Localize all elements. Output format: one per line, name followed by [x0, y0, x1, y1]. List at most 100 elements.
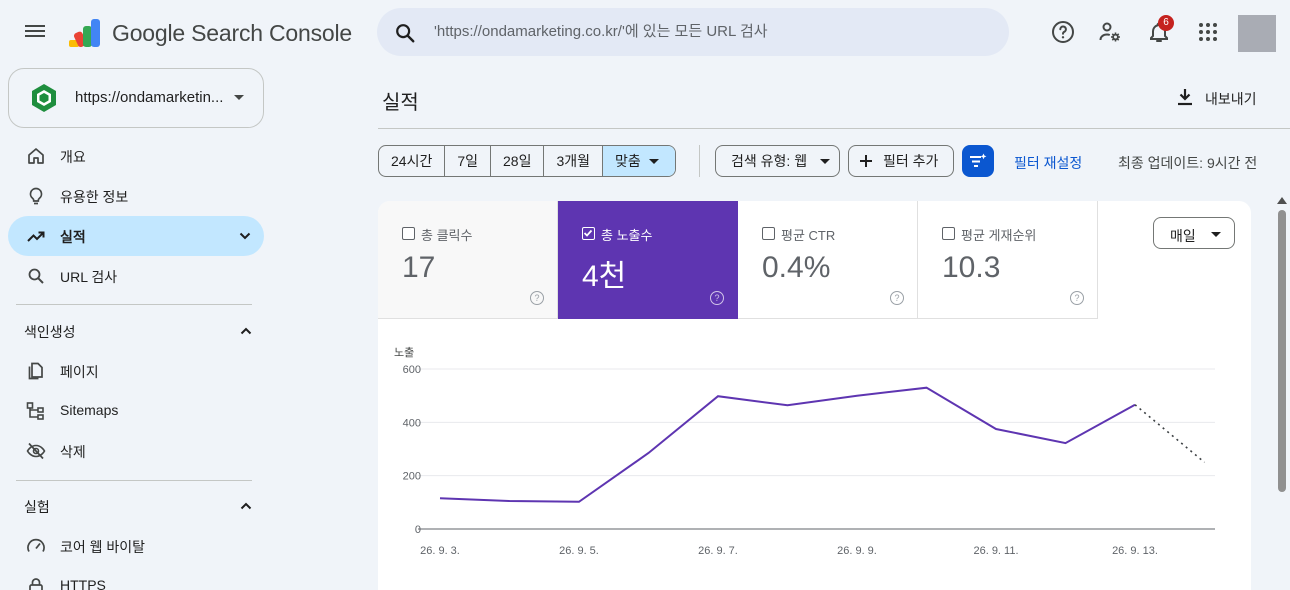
lightbulb-icon: [29, 187, 43, 205]
y-tick-label: 0: [415, 524, 421, 536]
granularity-label: 매일: [1170, 228, 1196, 244]
add-filter-button[interactable]: 필터 추가: [848, 145, 954, 177]
date-range-28d[interactable]: 28일: [491, 146, 545, 176]
menu-line: [25, 30, 45, 32]
help-icon[interactable]: ?: [1070, 291, 1084, 305]
nav-label: 개요: [60, 149, 86, 165]
toolbar-separator: [699, 145, 700, 177]
nav-label: 페이지: [60, 364, 99, 380]
metric-label: 총 노출수: [601, 228, 653, 243]
main-menu-button[interactable]: [24, 22, 46, 42]
section-experience-title[interactable]: 실험: [24, 497, 50, 517]
x-tick-label: 26. 9. 11.: [973, 545, 1018, 557]
toolbar-divider: [378, 128, 1290, 129]
help-icon[interactable]: ?: [530, 291, 544, 305]
add-icon: [860, 155, 872, 167]
date-range-24h[interactable]: 24시간: [379, 146, 446, 176]
help-icon[interactable]: ?: [710, 291, 724, 305]
y-axis-label: 노출: [394, 346, 414, 359]
dropdown-caret-icon: [1211, 232, 1221, 237]
search-icon[interactable]: [394, 22, 416, 44]
dropdown-caret-icon: [820, 159, 830, 164]
download-icon: [1178, 89, 1192, 106]
nav-sitemaps[interactable]: Sitemaps: [8, 391, 264, 431]
app-title[interactable]: Google Search Console: [112, 20, 352, 47]
nav-label: 삭제: [60, 444, 86, 460]
metric-value: 4천: [582, 260, 627, 293]
x-tick-label: 26. 9. 3.: [420, 545, 460, 557]
export-label: 내보내기: [1205, 91, 1257, 107]
metric-value: 0.4%: [762, 251, 831, 284]
nav-performance[interactable]: 실적: [8, 216, 264, 256]
metric-label: 총 클릭수: [421, 228, 473, 243]
property-dropdown-caret-icon[interactable]: [234, 95, 244, 100]
scrollbar-thumb[interactable]: [1278, 210, 1286, 492]
metric-total-clicks[interactable]: 총 클릭수 17 ?: [378, 201, 558, 319]
notification-count-badge: 6: [1158, 15, 1174, 31]
metric-average-ctr[interactable]: 평균 CTR 0.4% ?: [738, 201, 918, 319]
chevron-down-icon[interactable]: [237, 228, 253, 244]
x-tick-label: 26. 9. 7.: [698, 545, 738, 557]
speed-icon: [27, 538, 45, 552]
menu-line: [25, 25, 45, 27]
chevron-up-icon[interactable]: [238, 498, 254, 514]
metric-label: 평균 CTR: [781, 228, 836, 243]
property-url: https://ondamarketin...: [75, 89, 224, 106]
x-tick-label: 26. 9. 13.: [1112, 545, 1158, 557]
checkbox[interactable]: [942, 227, 955, 240]
search-type-filter[interactable]: 검색 유형: 웹: [715, 145, 840, 177]
nav-label: Sitemaps: [60, 402, 119, 418]
search-console-logo-icon: [69, 19, 100, 48]
nav-pages[interactable]: 페이지: [8, 351, 264, 391]
date-range-selector[interactable]: 24시간 7일 28일 3개월 맞춤: [378, 145, 676, 177]
date-range-3m[interactable]: 3개월: [544, 146, 604, 176]
scroll-up-arrow-icon[interactable]: [1277, 197, 1287, 204]
nav-overview[interactable]: 개요: [8, 136, 264, 176]
export-button[interactable]: 내보내기: [1170, 80, 1270, 114]
metric-average-position[interactable]: 평균 게재순위 10.3 ?: [918, 201, 1098, 319]
nav-core-web-vitals[interactable]: 코어 웹 바이탈: [8, 526, 264, 566]
series-line: [439, 386, 1136, 503]
date-range-7d[interactable]: 7일: [445, 146, 492, 176]
nav-label: URL 검사: [60, 269, 118, 285]
last-updated-text: 최종 업데이트: 9시간 전: [1118, 155, 1258, 171]
metric-label: 평균 게재순위: [961, 228, 1037, 243]
sidebar-divider: [16, 480, 252, 481]
apps-grid-icon[interactable]: [1196, 20, 1220, 44]
metric-value: 10.3: [942, 251, 1001, 284]
metric-total-impressions[interactable]: 총 노출수 4천 ?: [558, 201, 738, 319]
checkbox[interactable]: [402, 227, 415, 240]
help-icon[interactable]: ?: [890, 291, 904, 305]
checkbox[interactable]: [762, 227, 775, 240]
account-avatar[interactable]: [1238, 15, 1276, 52]
manage-users-icon[interactable]: [1098, 20, 1122, 44]
chevron-up-icon[interactable]: [238, 323, 254, 339]
nav-url-inspection[interactable]: URL 검사: [8, 256, 264, 296]
filter-options-button[interactable]: [962, 145, 994, 177]
search-type-label: 검색 유형: 웹: [731, 153, 808, 169]
reset-filters-link[interactable]: 필터 재설정: [1014, 153, 1082, 173]
home-icon: [28, 148, 44, 164]
menu-line: [25, 35, 45, 37]
nav-insights[interactable]: 유용한 정보: [8, 176, 264, 216]
url-inspect-input[interactable]: [434, 23, 994, 40]
nav-label: 실적: [60, 229, 86, 245]
checkbox-checked[interactable]: [582, 227, 595, 240]
nav-https[interactable]: HTTPS: [8, 566, 264, 590]
trending-up-icon: [27, 231, 45, 242]
property-hexagon-icon: [32, 84, 56, 112]
sitemap-icon: [26, 402, 44, 420]
dropdown-caret-icon: [648, 159, 659, 164]
help-icon[interactable]: [1051, 20, 1075, 44]
nav-removals[interactable]: 삭제: [8, 431, 264, 471]
date-range-custom-label: 맞춤: [615, 153, 641, 169]
check-icon: [583, 229, 593, 237]
granularity-dropdown[interactable]: 매일: [1153, 217, 1235, 249]
visibility-off-icon: [26, 442, 46, 460]
section-indexing-title[interactable]: 색인생성: [24, 322, 76, 342]
series-partial-segment: [1134, 404, 1206, 463]
y-tick-label: 200: [403, 471, 421, 483]
date-range-custom[interactable]: 맞춤: [603, 146, 675, 176]
filter-list-icon: [970, 153, 987, 167]
pages-icon: [28, 362, 43, 380]
